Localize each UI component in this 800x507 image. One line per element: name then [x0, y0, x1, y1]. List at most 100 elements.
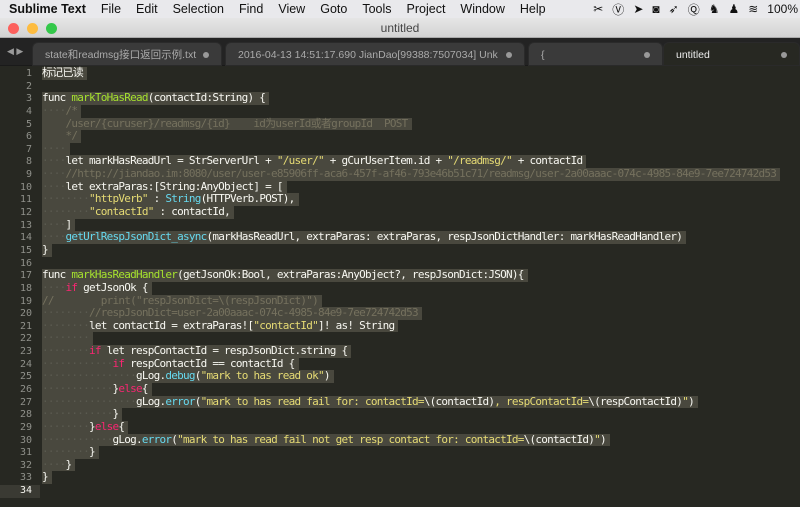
line-number: 33 [19, 472, 32, 484]
code-token: getJsonOk { [77, 280, 148, 294]
code-editor[interactable]: 1 标记已读 2 3 func markToHasRead(contactId:Stri… [0, 66, 800, 507]
menu-goto[interactable]: Goto [320, 2, 347, 16]
zoom-button[interactable] [46, 23, 57, 34]
code-token: ············ [42, 356, 113, 370]
code-line[interactable]: ············gLog.error("mark to has read… [42, 432, 610, 447]
code-line[interactable]: ····getUrlRespJsonDict_async(markHasRead… [42, 230, 687, 244]
code-token: \(contactId) [423, 394, 495, 408]
selection-highlight: } [42, 471, 52, 485]
code-token: { [141, 382, 149, 395]
code-line[interactable]: } [42, 242, 52, 257]
code-token: let markHasReadUrl = StrServerUrl + [65, 154, 277, 168]
tab-label: 2016-04-13 14:51:17.690 JianDao[99388:75… [238, 49, 498, 61]
code-token: } [42, 242, 49, 256]
line-number: 8 [25, 156, 32, 168]
code-token: ]! as! String [318, 318, 395, 332]
code-token: ········ [42, 318, 90, 332]
wifi-icon[interactable]: ≋ [748, 2, 758, 16]
menu-edit[interactable]: Edit [136, 2, 158, 16]
code-token: markToHasRead [71, 91, 148, 105]
code-token: error [141, 432, 172, 446]
menu-help[interactable]: Help [520, 2, 546, 16]
tab-close-icon[interactable] [781, 52, 787, 58]
tab-close-icon[interactable] [203, 52, 209, 58]
menu-file[interactable]: File [101, 2, 121, 16]
line-number: 16 [19, 257, 32, 269]
code-token: "contactId" [253, 318, 319, 332]
battery-percent[interactable]: 100% [767, 2, 798, 16]
line-number: 5 [25, 118, 32, 130]
arrow-icon[interactable]: ➤ [633, 2, 643, 16]
close-button[interactable] [8, 23, 19, 34]
tab[interactable]: { [528, 42, 663, 66]
code-line[interactable]: ················gLog.error("mark to has … [42, 394, 698, 409]
menu-selection[interactable]: Selection [173, 2, 224, 16]
code-token: // print("respJsonDict=\(respJsonDict)") [42, 293, 319, 307]
line-number: 24 [19, 358, 32, 370]
tab-label: state和readmsg接口返回示例.txt [45, 49, 197, 61]
code-token: ············ [42, 382, 113, 395]
line-number: 14 [19, 232, 32, 244]
code-token: ···· [42, 154, 66, 168]
code-line[interactable]: 标记已读 [42, 66, 87, 80]
camera-icon[interactable]: ◙ [652, 2, 659, 16]
tab[interactable]: 2016-04-13 14:51:17.690 JianDao[99388:75… [225, 42, 525, 66]
line-number: 19 [19, 295, 32, 307]
code-token: : contactId, [153, 205, 230, 219]
tab-label: { [541, 49, 545, 61]
tab[interactable]: untitled [663, 42, 800, 66]
code-token: //http://jiandao.im:8080/user/user-e8590… [65, 167, 777, 181]
selection-highlight: /user/{curuser}/readmsg/{id} id为userId或者… [42, 117, 412, 131]
window-title: untitled [380, 21, 420, 35]
minimize-button[interactable] [27, 23, 38, 34]
code-token: ···· [42, 230, 66, 244]
code-token: */ [42, 129, 78, 143]
code-token: 标记已读 [42, 66, 84, 79]
code-token: markHasReadHandler [71, 268, 178, 282]
selection-highlight: ················gLog.error("mark to has … [42, 394, 698, 409]
code-token: } [88, 445, 96, 459]
qq-browser-icon[interactable]: Ⓠ [688, 1, 700, 18]
code-line[interactable]: } [42, 471, 52, 485]
code-line[interactable]: ········let contactId = extraParas!["con… [42, 318, 399, 333]
code-token: , respContactId= [494, 394, 589, 408]
code-token: if [88, 344, 101, 358]
evernote-icon[interactable]: ♞ [709, 2, 720, 16]
line-number: 31 [19, 447, 32, 459]
code-token: //respJsonDict=user-2a00aaac-074c-4985-8… [88, 306, 419, 320]
send-icon[interactable]: ➶ [669, 2, 679, 16]
code-token: ············ [42, 407, 113, 421]
vpn-icon[interactable]: Ⓥ [612, 1, 624, 18]
code-token: ···· [42, 103, 66, 117]
code-token: let contactId = extraParas![ [88, 318, 254, 332]
code-token: + contactId [511, 154, 583, 168]
menu-find[interactable]: Find [239, 2, 263, 16]
code-token: if [65, 280, 78, 294]
code-token: ············ [42, 432, 113, 446]
selection-highlight: } [42, 242, 52, 257]
menu-tools[interactable]: Tools [362, 2, 391, 16]
tab[interactable]: state和readmsg接口返回示例.txt [32, 42, 222, 66]
status-tray: ✂ Ⓥ ➤ ◙ ➶ Ⓠ ♞ ♟ ≋ 100% [593, 0, 800, 18]
line-number: 12 [19, 207, 32, 219]
tab-close-icon[interactable] [506, 52, 512, 58]
menu-view[interactable]: View [278, 2, 305, 16]
code-token: gLog. [135, 369, 166, 383]
code-token: ········ [42, 344, 90, 358]
code-token: let extraParas:[String:AnyObject] = [ [65, 179, 284, 193]
code-line[interactable] [42, 484, 48, 497]
qq-icon[interactable]: ♟ [728, 2, 739, 16]
menu-project[interactable]: Project [407, 2, 446, 16]
code-token: ········ [42, 331, 90, 345]
code-line[interactable]: /user/{curuser}/readmsg/{id} id为userId或者… [42, 117, 412, 131]
code-token: let respContactId = respJsonDict.string … [100, 344, 349, 358]
scissors-icon[interactable]: ✂ [593, 2, 603, 16]
tab-nav-arrows-icon[interactable]: ◀ ▶ [7, 46, 23, 57]
menu-window[interactable]: Window [460, 2, 504, 16]
code-token: ···· [42, 179, 66, 193]
code-token: else [94, 419, 119, 433]
app-menu[interactable]: Sublime Text [9, 2, 86, 16]
code-token: ···· [42, 141, 66, 155]
tab-close-icon[interactable] [644, 52, 650, 58]
code-token: ········ [42, 445, 90, 459]
